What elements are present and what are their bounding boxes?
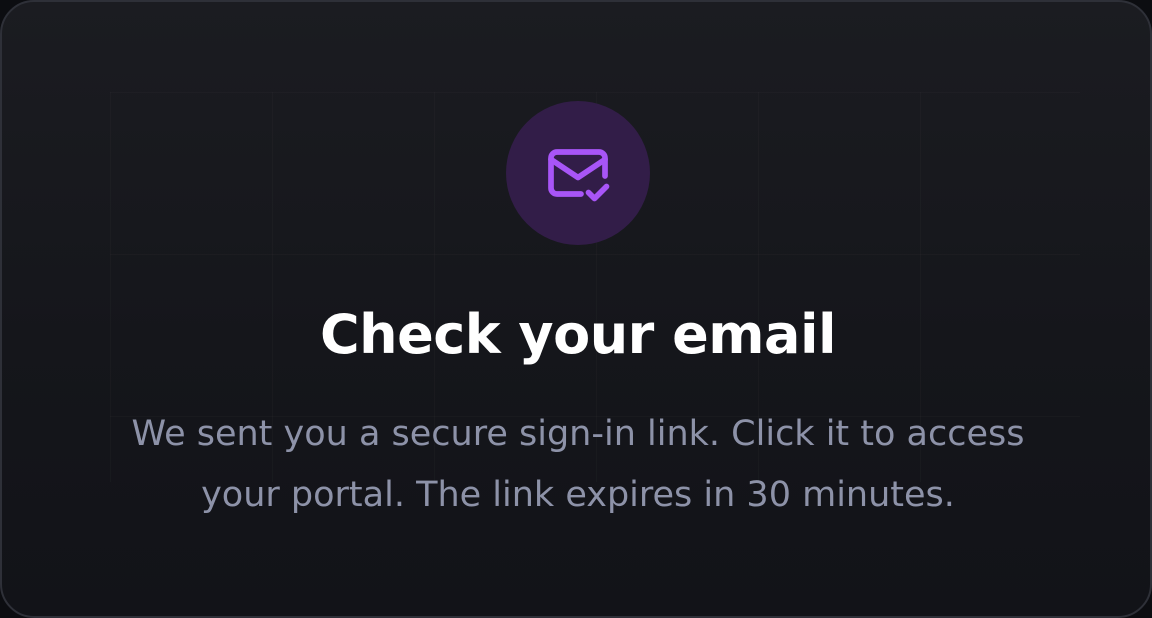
- icon-badge: [506, 101, 650, 245]
- mail-check-icon: [548, 149, 610, 202]
- instruction-text: We sent you a secure sign-in link. Click…: [131, 414, 1025, 515]
- check-email-card: Check your email We sent you a secure si…: [0, 0, 1152, 618]
- page-title: Check your email: [320, 303, 836, 366]
